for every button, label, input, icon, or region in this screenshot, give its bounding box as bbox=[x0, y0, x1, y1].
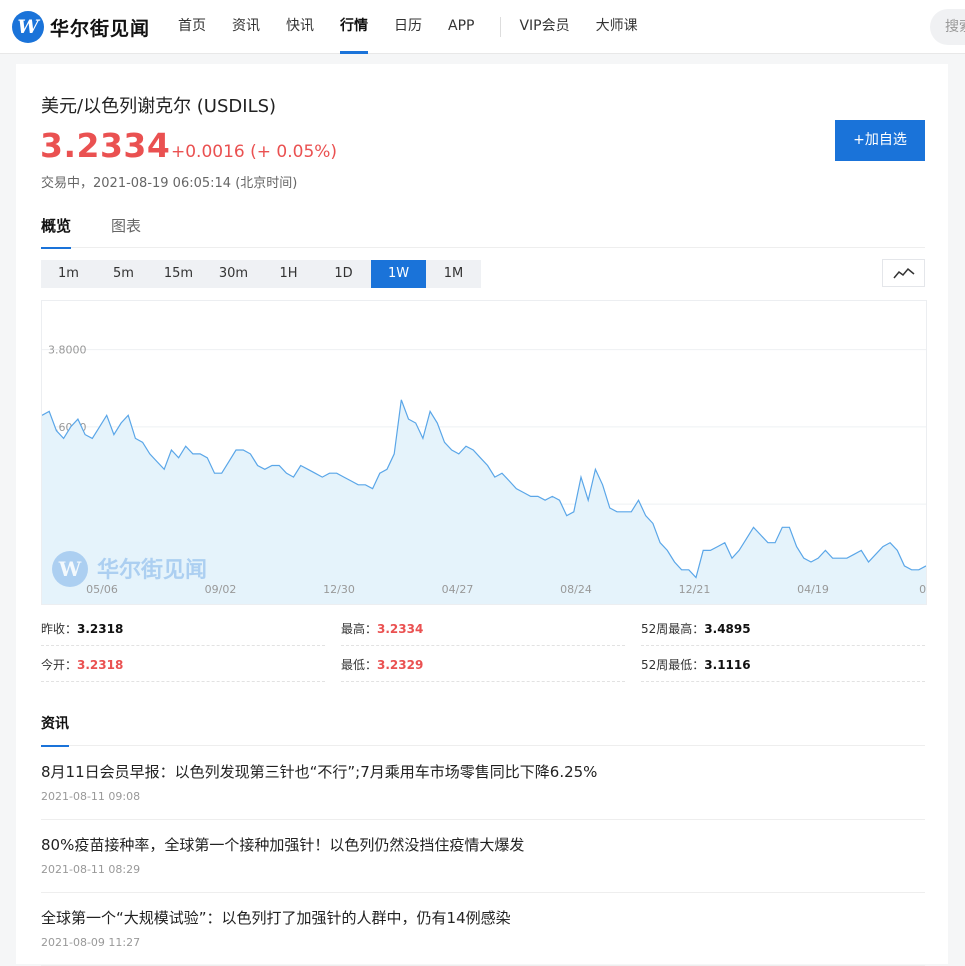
period-1w[interactable]: 1W bbox=[371, 260, 426, 288]
x-tick-label: 12/21 bbox=[679, 583, 711, 596]
nav-item-markets[interactable]: 行情 bbox=[340, 0, 368, 54]
period-1d[interactable]: 1D bbox=[316, 260, 371, 288]
x-tick-label: 05/06 bbox=[86, 583, 118, 596]
top-navigation-bar: W 华尔街见闻 首页 资讯 快讯 行情 日历 APP VIP会员 大师课 搜索 bbox=[0, 0, 965, 54]
news-section-header: 资讯 bbox=[41, 712, 925, 747]
stat-label: 最低： bbox=[341, 658, 378, 672]
instrument-title: 美元/以色列谢克尔 (USDILS) bbox=[41, 96, 277, 117]
stat-value: 3.2318 bbox=[77, 658, 124, 672]
x-tick-label: 08/1 bbox=[919, 583, 926, 596]
stat-label: 昨收： bbox=[41, 622, 78, 636]
stat-prev-close: 昨收：3.2318 bbox=[41, 612, 325, 646]
chart-type-toggle[interactable] bbox=[882, 259, 925, 287]
stat-52w-high: 52周最高：3.4895 bbox=[641, 612, 925, 646]
stat-value: 3.2334 bbox=[377, 622, 424, 636]
quote-panel: 美元/以色列谢克尔 (USDILS) 3.2334 +0.0016 (+ 0.0… bbox=[16, 64, 948, 966]
x-tick-label: 12/30 bbox=[323, 583, 355, 596]
stat-value: 3.1116 bbox=[704, 658, 751, 672]
stat-low: 最低：3.2329 bbox=[341, 648, 625, 682]
quote-stats: 昨收：3.2318 最高：3.2334 52周最高：3.4895 今开：3.23… bbox=[41, 612, 925, 684]
last-price: 3.2334 bbox=[40, 126, 171, 165]
stat-value: 3.4895 bbox=[704, 622, 751, 636]
tab-chart[interactable]: 图表 bbox=[111, 214, 141, 248]
nav-item-vip[interactable]: VIP会员 bbox=[519, 0, 569, 54]
period-1h[interactable]: 1H bbox=[261, 260, 316, 288]
news-title-link[interactable]: 全球第一个“大规模试验”：以色列打了加强针的人群中，仍有14例感染 bbox=[41, 907, 925, 928]
site-logo[interactable]: W 华尔街见闻 bbox=[12, 11, 150, 43]
stat-value: 3.2318 bbox=[77, 622, 124, 636]
news-timestamp: 2021-08-11 08:29 bbox=[41, 863, 141, 876]
stat-52w-low: 52周最低：3.1116 bbox=[641, 648, 925, 682]
stat-value: 3.2329 bbox=[377, 658, 424, 672]
news-item: 80%疫苗接种率，全球第一个接种加强针！以色列仍然没挡住疫情大爆发 2021-0… bbox=[41, 820, 925, 893]
news-item: 8月11日会员早报：以色列发现第三针也“不行”;7月乘用车市场零售同比下降6.2… bbox=[41, 747, 925, 820]
period-selector: 1m 5m 15m 30m 1H 1D 1W 1M bbox=[41, 260, 481, 288]
watermark-text: 华尔街见闻 bbox=[97, 557, 207, 583]
news-list: 8月11日会员早报：以色列发现第三针也“不行”;7月乘用车市场零售同比下降6.2… bbox=[41, 747, 925, 966]
stat-label: 52周最低： bbox=[641, 658, 705, 672]
logo-text: 华尔街见闻 bbox=[50, 17, 151, 40]
price-chart[interactable]: 3.80003.60003.40003.200005/0609/0212/300… bbox=[41, 300, 944, 605]
news-title-link[interactable]: 8月11日会员早报：以色列发现第三针也“不行”;7月乘用车市场零售同比下降6.2… bbox=[41, 761, 925, 782]
news-title-link[interactable]: 80%疫苗接种率，全球第一个接种加强针！以色列仍然没挡住疫情大爆发 bbox=[41, 834, 925, 855]
stat-open: 今开：3.2318 bbox=[41, 648, 325, 682]
search-input[interactable]: 搜索 bbox=[930, 9, 965, 45]
news-timestamp: 2021-08-11 09:08 bbox=[41, 790, 141, 803]
nav-item-home[interactable]: 首页 bbox=[178, 0, 206, 54]
trading-status: 交易中，2021-08-19 06:05:14 (北京时间) bbox=[41, 176, 298, 191]
price-chart-svg: 3.80003.60003.40003.200005/0609/0212/300… bbox=[41, 344, 944, 604]
stats-row: 今开：3.2318 最低：3.2329 52周最低：3.1116 bbox=[41, 648, 925, 684]
nav-item-news[interactable]: 资讯 bbox=[232, 0, 260, 54]
add-to-watchlist-button[interactable]: +加自选 bbox=[835, 120, 925, 161]
nav-item-calendar[interactable]: 日历 bbox=[394, 0, 422, 54]
period-1mo[interactable]: 1M bbox=[426, 260, 481, 288]
x-tick-label: 04/27 bbox=[442, 583, 474, 596]
stat-label: 52周最高： bbox=[641, 622, 705, 636]
x-tick-label: 08/24 bbox=[560, 583, 592, 596]
main-nav: 首页 资讯 快讯 行情 日历 APP VIP会员 大师课 bbox=[178, 0, 664, 54]
nav-item-app[interactable]: APP bbox=[448, 0, 474, 54]
nav-item-flash[interactable]: 快讯 bbox=[286, 0, 314, 54]
period-5m[interactable]: 5m bbox=[96, 260, 151, 288]
news-timestamp: 2021-08-09 11:27 bbox=[41, 936, 141, 949]
period-1m[interactable]: 1m bbox=[41, 260, 96, 288]
x-tick-label: 09/02 bbox=[205, 583, 237, 596]
logo-mark: W bbox=[12, 11, 44, 43]
news-item: 全球第一个“大规模试验”：以色列打了加强针的人群中，仍有14例感染 2021-0… bbox=[41, 893, 925, 966]
line-chart-icon bbox=[892, 267, 914, 279]
tab-overview[interactable]: 概览 bbox=[41, 214, 72, 249]
x-tick-label: 04/19 bbox=[797, 583, 829, 596]
stat-label: 今开： bbox=[41, 658, 78, 672]
watermark-mark-letter: W bbox=[58, 557, 82, 581]
stats-row: 昨收：3.2318 最高：3.2334 52周最高：3.4895 bbox=[41, 612, 925, 648]
price-change: +0.0016 (+ 0.05%) bbox=[171, 142, 338, 162]
quote-tabs: 概览 图表 bbox=[41, 214, 925, 249]
stat-high: 最高：3.2334 bbox=[341, 612, 625, 646]
nav-divider bbox=[500, 17, 502, 37]
y-tick-label: 3.8000 bbox=[48, 344, 87, 357]
period-30m[interactable]: 30m bbox=[206, 260, 261, 288]
period-15m[interactable]: 15m bbox=[151, 260, 206, 288]
nav-item-master-class[interactable]: 大师课 bbox=[596, 0, 638, 54]
news-heading: 资讯 bbox=[41, 712, 69, 747]
stat-label: 最高： bbox=[341, 622, 378, 636]
